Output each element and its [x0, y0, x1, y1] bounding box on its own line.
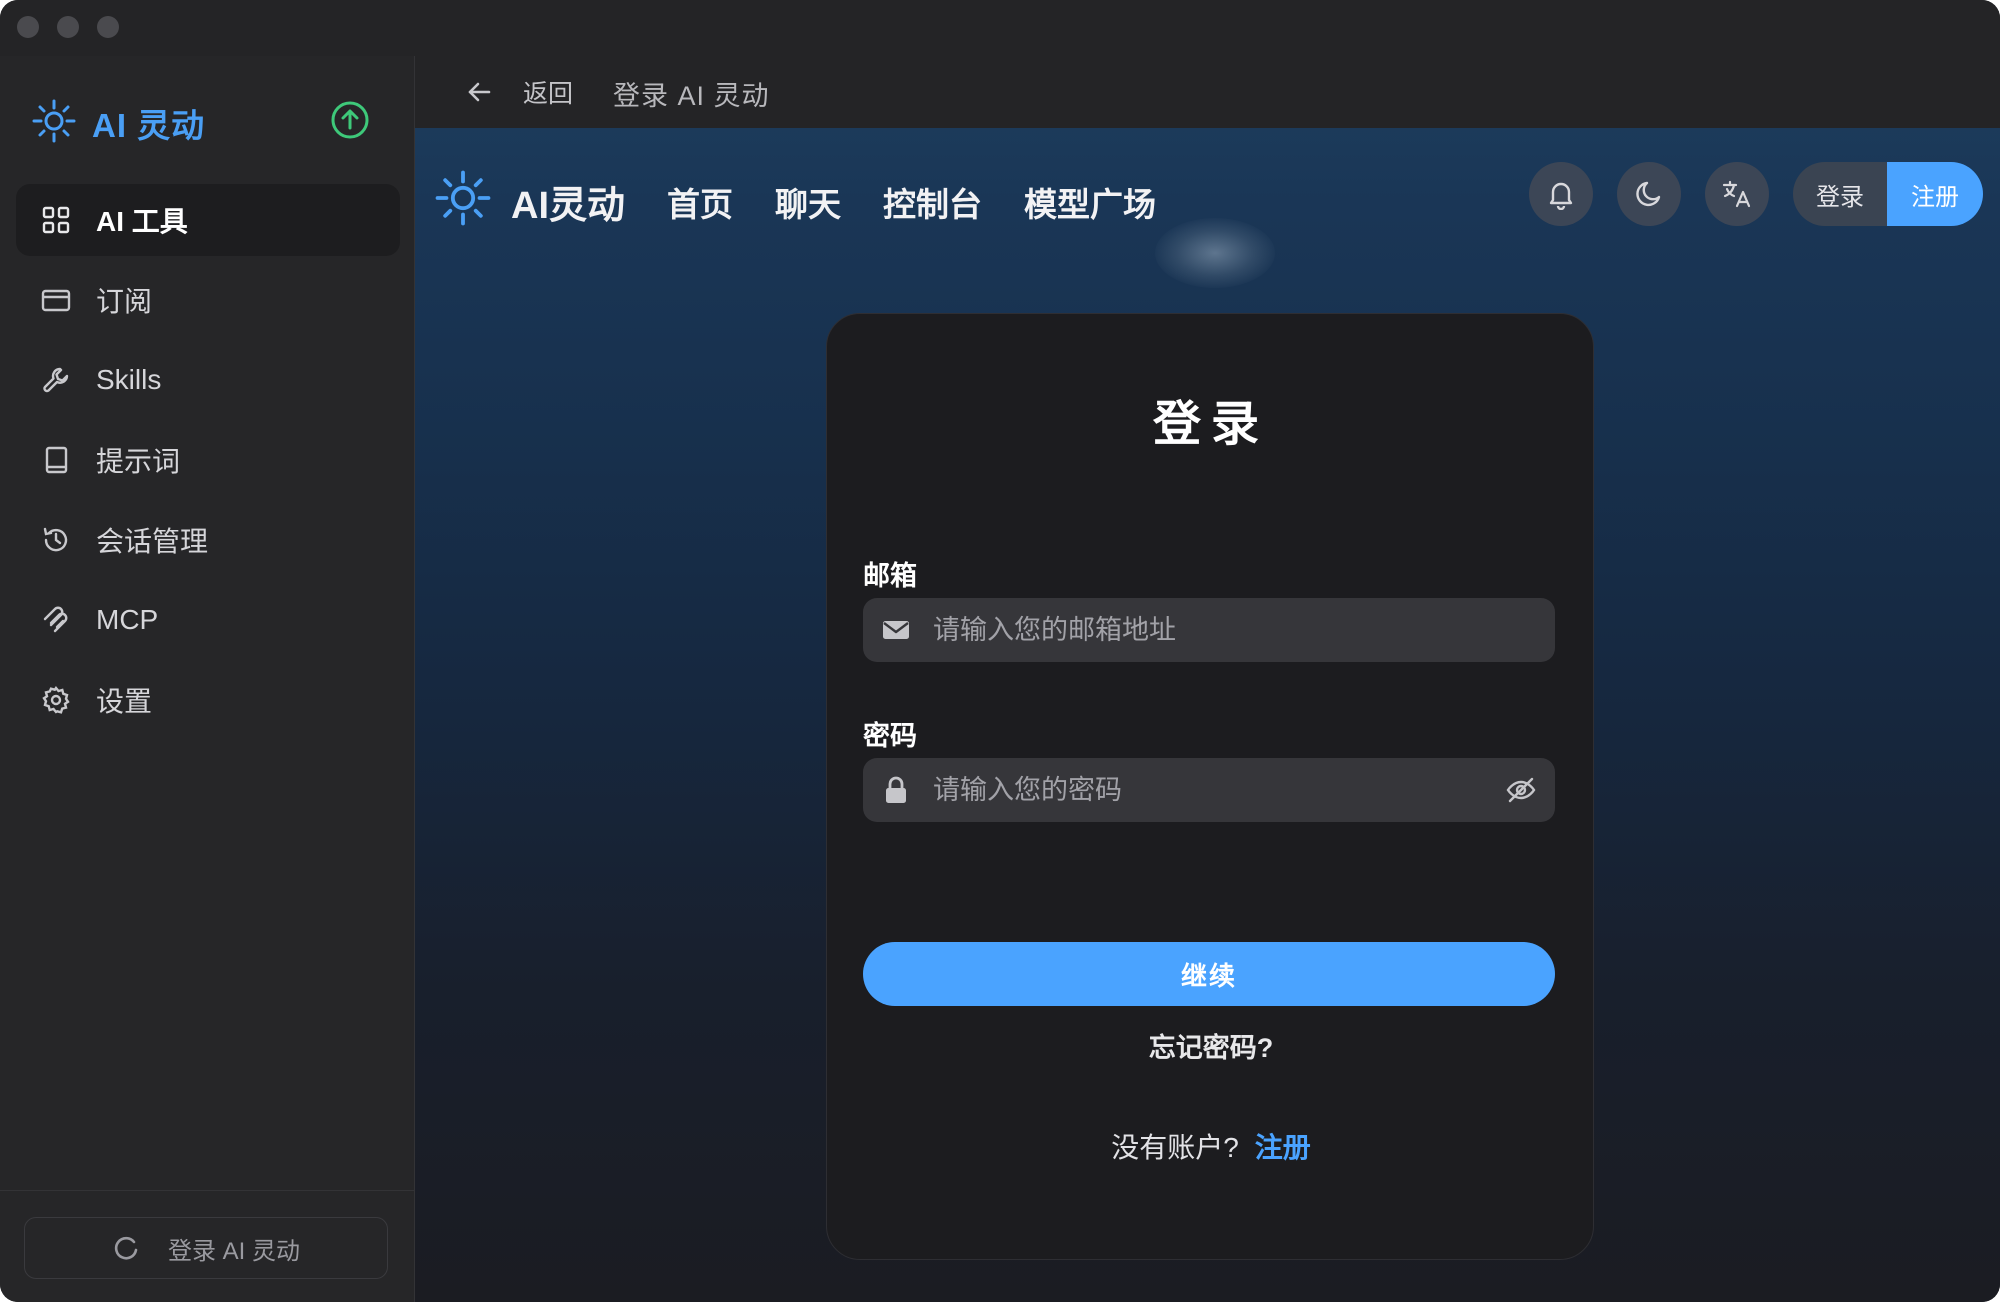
sun-logo-icon[interactable]: [435, 170, 491, 226]
lock-icon: [879, 773, 913, 807]
app-window: AI 灵动 AI 工具 订阅 Skills 提示词 会话管理 MCP 设置 登录…: [0, 0, 2000, 1302]
sidebar-item-mcp[interactable]: MCP: [16, 584, 400, 656]
sidebar-item-label: 订阅: [96, 286, 153, 317]
email-field-wrapper: [863, 598, 1555, 662]
signup-prompt: 没有账户? 注册: [827, 1126, 1595, 1166]
site-name[interactable]: AI灵动: [511, 174, 625, 229]
sidebar-nav: AI 工具 订阅 Skills 提示词 会话管理 MCP 设置: [16, 184, 400, 744]
sidebar-item-settings[interactable]: 设置: [16, 664, 400, 736]
sidebar-item-label: AI 工具: [96, 206, 188, 237]
grid-icon: [40, 204, 72, 236]
content-topbar: 返回 登录 AI 灵动: [415, 56, 2000, 128]
sidebar-item-label: 会话管理: [96, 526, 209, 557]
nav-link-console[interactable]: 控制台: [883, 178, 982, 226]
credit-card-icon: [40, 284, 72, 316]
site-nav: 首页 聊天 控制台 模型广场: [667, 178, 1198, 226]
nav-link-model-market[interactable]: 模型广场: [1024, 178, 1156, 226]
moon-icon: [1636, 181, 1661, 207]
sidebar-item-label: 设置: [96, 686, 153, 717]
minimize-window-button[interactable]: [57, 16, 79, 38]
main-content: 返回 登录 AI 灵动 AI灵动 首页 聊天 控制台 模型广场 登录 注册 登录…: [415, 56, 2000, 1302]
sidebar-brand[interactable]: AI 灵动: [32, 98, 205, 148]
auth-buttons: 登录 注册: [1793, 162, 1983, 226]
email-field[interactable]: [931, 613, 1555, 647]
login-card: 登录 邮箱 密码 继续 忘记密码? 没有账户? 注册: [826, 313, 1594, 1260]
notifications-button[interactable]: [1529, 162, 1593, 226]
sidebar-item-label: Skills: [96, 364, 162, 395]
theme-toggle-button[interactable]: [1617, 162, 1681, 226]
password-field[interactable]: [931, 773, 1503, 807]
close-window-button[interactable]: [17, 16, 39, 38]
translate-icon: [1722, 180, 1751, 208]
sidebar-item-sessions[interactable]: 会话管理: [16, 504, 400, 576]
sidebar-item-prompts[interactable]: 提示词: [16, 424, 400, 496]
sidebar-item-label: 提示词: [96, 446, 181, 477]
mail-icon: [879, 613, 913, 647]
eye-off-icon[interactable]: [1503, 772, 1539, 808]
sidebar-login-button[interactable]: 登录 AI 灵动: [24, 1217, 388, 1279]
register-link[interactable]: 注册: [1255, 1132, 1311, 1163]
nav-link-home[interactable]: 首页: [667, 178, 733, 226]
sun-logo-icon: [32, 99, 76, 148]
password-label: 密码: [863, 721, 917, 751]
arrow-left-icon[interactable]: [465, 78, 493, 106]
back-button[interactable]: 返回: [523, 74, 573, 110]
forgot-password-link[interactable]: 忘记密码?: [827, 1026, 1595, 1065]
sidebar-item-label: MCP: [96, 604, 159, 635]
sidebar-item-ai-tools[interactable]: AI 工具: [16, 184, 400, 256]
upgrade-arrow-icon[interactable]: [330, 100, 370, 140]
title-bar: [0, 0, 2000, 57]
zoom-window-button[interactable]: [97, 16, 119, 38]
login-title: 登录: [1152, 398, 1269, 451]
sidebar: AI 灵动 AI 工具 订阅 Skills 提示词 会话管理 MCP 设置 登录…: [0, 56, 415, 1302]
sidebar-footer: 登录 AI 灵动: [0, 1190, 414, 1302]
password-field-wrapper: [863, 758, 1555, 822]
email-label: 邮箱: [863, 561, 917, 591]
continue-button[interactable]: 继续: [863, 942, 1555, 1006]
sidebar-brand-name: AI 灵动: [92, 107, 206, 144]
sidebar-item-subscription[interactable]: 订阅: [16, 264, 400, 336]
header-register-button[interactable]: 注册: [1887, 162, 1983, 226]
background-glow: [1155, 218, 1275, 288]
sidebar-item-skills[interactable]: Skills: [16, 344, 400, 416]
nav-link-chat[interactable]: 聊天: [775, 178, 841, 226]
bell-icon: [1549, 182, 1573, 210]
header-login-button[interactable]: 登录: [1793, 162, 1887, 226]
no-account-text: 没有账户?: [1111, 1132, 1239, 1163]
loading-spinner-icon: [114, 1236, 138, 1260]
mcp-icon: [40, 604, 72, 636]
book-icon: [40, 444, 72, 476]
gear-icon: [40, 684, 72, 716]
wrench-icon: [40, 364, 72, 396]
history-icon: [40, 524, 72, 556]
language-button[interactable]: [1705, 162, 1769, 226]
sidebar-login-label: 登录 AI 灵动: [167, 1237, 300, 1265]
page-title: 登录 AI 灵动: [613, 81, 770, 111]
